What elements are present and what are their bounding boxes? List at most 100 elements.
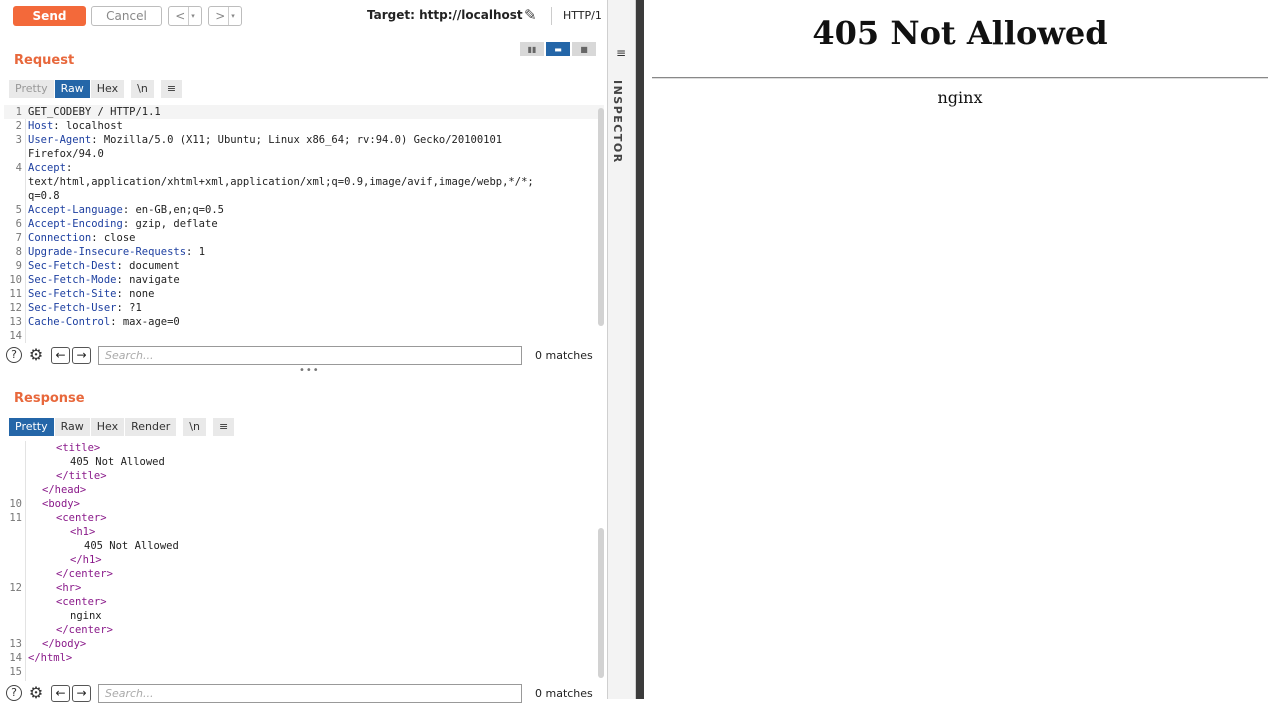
response-newline-toggle[interactable]: \n: [183, 418, 206, 436]
header-name: Cache-Control: [28, 316, 111, 328]
panel-menu-icon[interactable]: ≡: [616, 46, 626, 60]
response-line[interactable]: 15: [4, 665, 604, 679]
pane-resize-handle[interactable]: •••: [299, 365, 320, 376]
request-line[interactable]: 12 Sec-Fetch-User: ?1: [4, 301, 604, 315]
header-value: : none: [116, 288, 155, 300]
response-search-bar: ? ⚙ ← → Search... 0 matches: [6, 684, 606, 704]
request-line[interactable]: 1 GET_CODEBY / HTTP/1.1: [4, 105, 604, 119]
line-number: 5: [15, 204, 22, 216]
toolbar-divider: [551, 7, 552, 25]
request-newline-toggle[interactable]: \n: [131, 80, 154, 98]
request-search-next-arrow-icon[interactable]: →: [72, 347, 91, 364]
response-tab-pretty[interactable]: Pretty: [9, 418, 54, 436]
send-button[interactable]: Send: [13, 6, 86, 26]
response-tab-raw[interactable]: Raw: [54, 418, 90, 436]
line-content: </center>: [56, 567, 113, 581]
request-line[interactable]: q=0.8: [4, 189, 604, 203]
edit-target-pencil-icon[interactable]: ✎: [524, 6, 537, 24]
request-line[interactable]: 2 Host: localhost: [4, 119, 604, 133]
request-line[interactable]: 4 Accept:: [4, 161, 604, 175]
header-value: : localhost: [53, 120, 123, 132]
line-number: 7: [15, 232, 22, 244]
header-name: Upgrade-Insecure-Requests: [28, 246, 187, 258]
request-tab-pretty[interactable]: Pretty: [9, 80, 54, 98]
request-line[interactable]: 10 Sec-Fetch-Mode: navigate: [4, 273, 604, 287]
request-search-help-icon[interactable]: ?: [6, 347, 22, 363]
request-line[interactable]: 5 Accept-Language: en-GB,en;q=0.5: [4, 203, 604, 217]
response-line[interactable]: </h1>: [4, 553, 604, 567]
response-tab-hex[interactable]: Hex: [90, 418, 125, 436]
request-line[interactable]: Firefox/94.0: [4, 147, 604, 161]
history-forward-button[interactable]: > ▾: [208, 6, 242, 26]
line-content: nginx: [70, 609, 102, 623]
response-editor[interactable]: <title> 405 Not Allowed </title> </head> 10 <…: [4, 441, 604, 681]
response-line[interactable]: </center>: [4, 623, 604, 637]
line-content: </title>: [56, 469, 107, 483]
request-search-input[interactable]: Search...: [98, 346, 522, 365]
request-search-prev-arrow-icon[interactable]: ←: [51, 347, 70, 364]
html-tag: <center>: [56, 596, 107, 608]
response-line[interactable]: 11 <center>: [4, 511, 604, 525]
forward-dropdown-caret-icon[interactable]: ▾: [228, 7, 235, 25]
page-horizontal-rule: [652, 77, 1268, 79]
history-back-button[interactable]: < ▾: [168, 6, 202, 26]
back-dropdown-caret-icon[interactable]: ▾: [188, 7, 195, 25]
request-scrollbar[interactable]: [598, 108, 604, 326]
response-line[interactable]: 14 </html>: [4, 651, 604, 665]
request-line[interactable]: 3 User-Agent: Mozilla/5.0 (X11; Ubuntu; L…: [4, 133, 604, 147]
target-label: Target: http://localhost: [367, 8, 523, 22]
response-line[interactable]: <title>: [4, 441, 604, 455]
line-content: Host: localhost: [28, 119, 123, 133]
response-line[interactable]: </title>: [4, 469, 604, 483]
request-line[interactable]: text/html,application/xhtml+xml,applicat…: [4, 175, 604, 189]
html-text: nginx: [70, 610, 102, 622]
line-content: Cache-Control: max-age=0: [28, 315, 180, 329]
response-line[interactable]: 13 </body>: [4, 637, 604, 651]
response-search-next-arrow-icon[interactable]: →: [72, 685, 91, 702]
response-line[interactable]: <h1>: [4, 525, 604, 539]
layout-stacked-icon[interactable]: ▬: [546, 42, 570, 56]
request-line[interactable]: 9 Sec-Fetch-Dest: document: [4, 259, 604, 273]
request-search-bar: ? ⚙ ← → Search... 0 matches: [6, 346, 606, 366]
response-line[interactable]: </head>: [4, 483, 604, 497]
request-menu-icon[interactable]: ≡: [160, 80, 183, 98]
response-line[interactable]: 10 <body>: [4, 497, 604, 511]
inspector-label[interactable]: INSPECTOR: [611, 80, 624, 164]
response-line[interactable]: </center>: [4, 567, 604, 581]
inspector-sidebar[interactable]: ≡ INSPECTOR: [607, 0, 636, 699]
response-menu-icon[interactable]: ≡: [212, 418, 235, 436]
request-line[interactable]: 8 Upgrade-Insecure-Requests: 1: [4, 245, 604, 259]
request-line[interactable]: 7 Connection: close: [4, 231, 604, 245]
html-tag: </body>: [42, 638, 87, 650]
cancel-button[interactable]: Cancel: [91, 6, 162, 26]
response-line[interactable]: nginx: [4, 609, 604, 623]
response-search-input[interactable]: Search...: [98, 684, 522, 703]
html-tag: </h1>: [70, 554, 102, 566]
window-divider: [636, 0, 644, 699]
response-line[interactable]: 405 Not Allowed: [4, 455, 604, 469]
response-line[interactable]: 12 <hr>: [4, 581, 604, 595]
response-line[interactable]: 405 Not Allowed: [4, 539, 604, 553]
request-tab-hex[interactable]: Hex: [90, 80, 125, 98]
request-search-matches: 0 matches: [535, 349, 593, 362]
http-version-label[interactable]: HTTP/1: [563, 9, 602, 22]
line-number: 11: [9, 288, 22, 300]
request-line[interactable]: 14: [4, 329, 604, 343]
layout-side-by-side-icon[interactable]: ▮▮: [520, 42, 544, 56]
header-value: : 1: [186, 246, 206, 258]
layout-single-icon[interactable]: ■: [572, 42, 596, 56]
response-search-prev-arrow-icon[interactable]: ←: [51, 685, 70, 702]
line-content: <h1>: [70, 525, 95, 539]
request-line[interactable]: 6 Accept-Encoding: gzip, deflate: [4, 217, 604, 231]
request-line[interactable]: 13 Cache-Control: max-age=0: [4, 315, 604, 329]
request-line[interactable]: 11 Sec-Fetch-Site: none: [4, 287, 604, 301]
line-content: Sec-Fetch-Mode: navigate: [28, 273, 180, 287]
header-value: : Mozilla/5.0 (X11; Ubuntu; Linux x86_64…: [91, 134, 503, 146]
response-line[interactable]: <center>: [4, 595, 604, 609]
request-editor[interactable]: 1 GET_CODEBY / HTTP/1.1 2 Host: localhost 3 U…: [4, 105, 604, 343]
request-tab-raw[interactable]: Raw: [54, 80, 90, 98]
response-scrollbar[interactable]: [598, 528, 604, 678]
response-tab-render[interactable]: Render: [125, 418, 177, 436]
line-content: q=0.8: [28, 189, 60, 203]
request-search-settings-gear-icon[interactable]: ⚙: [28, 347, 44, 363]
